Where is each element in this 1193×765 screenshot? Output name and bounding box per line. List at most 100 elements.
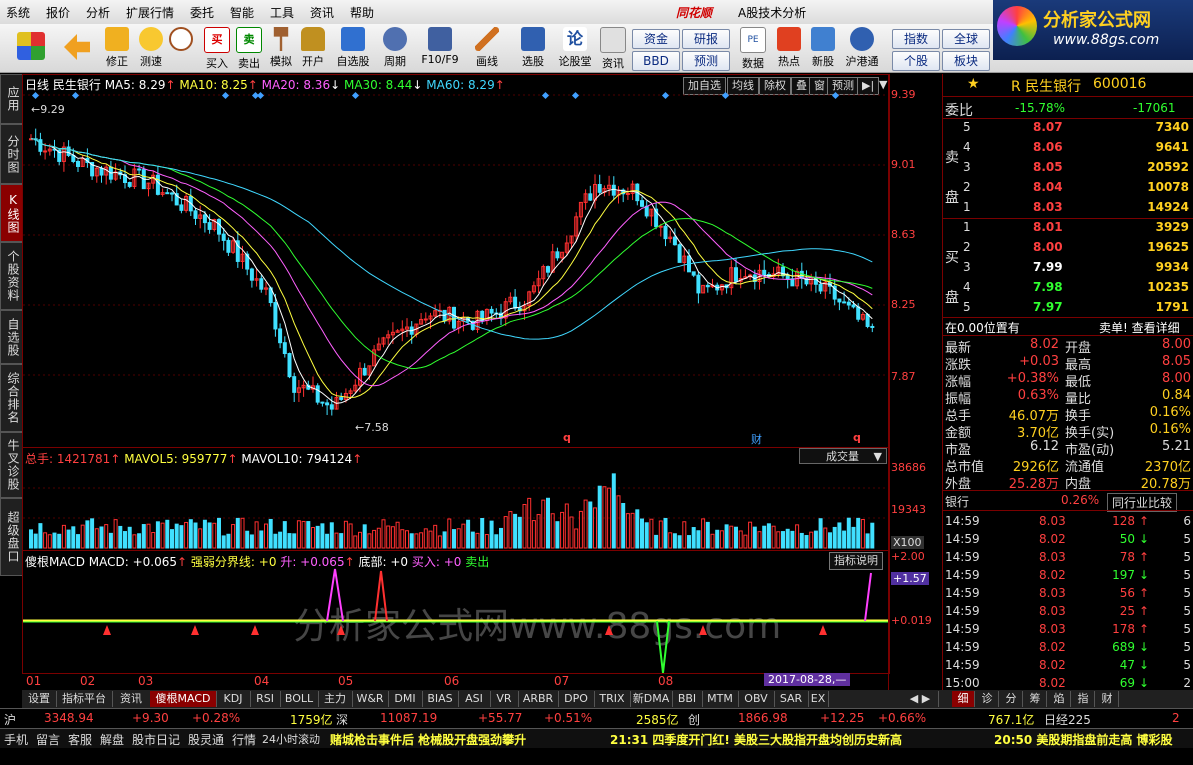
- fund-flow-button[interactable]: 资金: [632, 29, 680, 49]
- volume-chart-panel[interactable]: 总手: 1421781↑ MAVOL5: 959777↑ MAVOL10: 79…: [22, 447, 890, 551]
- news-tab[interactable]: 手机: [4, 731, 28, 748]
- new-stock-button[interactable]: 新股: [806, 26, 840, 70]
- menu-extended[interactable]: 扩展行情: [126, 4, 174, 21]
- orderbook-row[interactable]: 1 8.01 3929: [963, 220, 1191, 238]
- tab-ranking[interactable]: 综合排名: [0, 364, 23, 432]
- indicator-tab[interactable]: ARBR: [518, 691, 559, 707]
- orderbook-row[interactable]: 3 8.05 20592: [963, 160, 1191, 178]
- indicator-tab[interactable]: 设置: [22, 691, 57, 707]
- orderbook-row[interactable]: 1 8.03 14924: [963, 200, 1191, 218]
- watchlist-button[interactable]: 自选股: [336, 26, 370, 70]
- menu-system[interactable]: 系统: [6, 4, 30, 21]
- indicator-tab[interactable]: 主力: [318, 691, 353, 707]
- sell-button[interactable]: 卖卖出: [232, 26, 266, 70]
- kline-chart-panel[interactable]: 日线 民生银行 MA5: 8.29↑ MA10: 8.25↑ MA20: 8.3…: [22, 74, 890, 448]
- indicator-tab[interactable]: BBI: [672, 691, 703, 707]
- menu-help[interactable]: 帮助: [350, 4, 374, 21]
- menu-quote[interactable]: 报价: [46, 4, 70, 21]
- indicator-tab[interactable]: W&R: [352, 691, 389, 707]
- buy-button[interactable]: 买买入: [200, 26, 234, 70]
- indicator-tab[interactable]: 指标平台: [56, 691, 113, 707]
- indicator-tab[interactable]: DPO: [558, 691, 595, 707]
- indicator-tab[interactable]: TRIX: [594, 691, 631, 707]
- macd-chart-panel[interactable]: 傻根MACD MACD: +0.065↑ 强弱分界线: +0 升: +0.065…: [22, 550, 890, 674]
- menu-smart[interactable]: 智能: [230, 4, 254, 21]
- indicator-tab[interactable]: 傻根MACD: [150, 691, 217, 707]
- forecast-button[interactable]: 预测: [682, 51, 730, 71]
- draw-line-button[interactable]: 画线: [470, 26, 504, 70]
- layout-button[interactable]: [14, 26, 48, 70]
- sector-button[interactable]: 板块: [942, 51, 990, 71]
- fix-button[interactable]: 修正: [100, 26, 134, 70]
- hotspot-button[interactable]: 热点: [772, 26, 806, 70]
- back-button[interactable]: [62, 26, 92, 70]
- menu-analysis[interactable]: 分析: [86, 4, 110, 21]
- menu-news[interactable]: 资讯: [310, 4, 334, 21]
- right-tab[interactable]: 筹: [1024, 691, 1047, 707]
- favorite-star-icon[interactable]: ★: [967, 76, 980, 92]
- indicator-tab[interactable]: MTM: [702, 691, 739, 707]
- right-tab[interactable]: 分: [1000, 691, 1023, 707]
- indicator-tab[interactable]: VR: [490, 691, 519, 707]
- speed-test-button[interactable]: 测速: [134, 26, 168, 70]
- indicator-tab[interactable]: BIAS: [422, 691, 459, 707]
- news-headline[interactable]: 20:50 美股期指盘前走高 博彩股: [994, 731, 1193, 748]
- indicator-tab[interactable]: ASI: [458, 691, 491, 707]
- simulate-button[interactable]: 模拟: [264, 26, 298, 70]
- news-tab[interactable]: 解盘: [100, 731, 124, 748]
- tab-apps[interactable]: 应用: [0, 74, 23, 124]
- orderbook-row[interactable]: 5 7.97 1791: [963, 300, 1191, 318]
- orderbook-row[interactable]: 4 8.06 9641: [963, 140, 1191, 158]
- right-tab[interactable]: 焰: [1048, 691, 1071, 707]
- speed-test-2-button[interactable]: [164, 26, 198, 70]
- indicator-tab[interactable]: KDJ: [216, 691, 251, 707]
- news-tab[interactable]: 股市日记: [132, 731, 180, 748]
- indicator-tab[interactable]: RSI: [250, 691, 281, 707]
- global-button[interactable]: 全球: [942, 29, 990, 49]
- right-tab[interactable]: 诊: [976, 691, 999, 707]
- orderbook-row[interactable]: 5 8.07 7340: [963, 120, 1191, 138]
- news-headline[interactable]: 21:31 四季度开门红! 美股三大股指开盘均创历史新高: [610, 731, 902, 748]
- menu-order[interactable]: 委托: [190, 4, 214, 21]
- tab-scroll-icon[interactable]: ◀ ▶: [902, 691, 939, 707]
- indicator-tab[interactable]: DMI: [388, 691, 423, 707]
- bbd-button[interactable]: BBD: [632, 51, 680, 71]
- f10-button[interactable]: F10/F9: [420, 26, 460, 70]
- right-tab[interactable]: 财: [1096, 691, 1119, 707]
- orderbook-row[interactable]: 2 8.04 10078: [963, 180, 1191, 198]
- orderbook-row[interactable]: 2 8.00 19625: [963, 240, 1191, 258]
- right-tab[interactable]: 细: [952, 691, 975, 707]
- tab-watchlist[interactable]: 自选股: [0, 310, 23, 364]
- tab-diagnosis[interactable]: 牛叉诊股: [0, 432, 23, 498]
- hk-connect-button[interactable]: 沪港通: [842, 26, 882, 70]
- news-tab[interactable]: 24小时滚动: [262, 731, 320, 747]
- indicator-tab[interactable]: EX: [808, 691, 829, 707]
- indicator-tab[interactable]: BOLL: [280, 691, 319, 707]
- menu-tools[interactable]: 工具: [270, 4, 294, 21]
- view-detail-link[interactable]: 卖单! 查看详细: [1099, 319, 1180, 336]
- event-marker-q1[interactable]: q: [563, 431, 571, 444]
- event-marker-finance[interactable]: 财: [751, 431, 762, 447]
- news-tab[interactable]: 留言: [36, 731, 60, 748]
- event-marker-q2[interactable]: q: [853, 431, 861, 444]
- indicator-tab[interactable]: 新DMA: [630, 691, 673, 707]
- news-tab[interactable]: 股灵通: [188, 731, 224, 748]
- news-headline[interactable]: 赌城枪击事件后 枪械股开盘强劲攀升: [330, 731, 526, 748]
- orderbook-row[interactable]: 3 7.99 9934: [963, 260, 1191, 278]
- period-button[interactable]: 周期: [378, 26, 412, 70]
- stock-picker-button[interactable]: 选股: [516, 26, 550, 70]
- open-account-button[interactable]: 开户: [296, 26, 330, 70]
- stock-button[interactable]: 个股: [892, 51, 940, 71]
- tab-timeshare[interactable]: 分时图: [0, 124, 23, 184]
- index-button[interactable]: 指数: [892, 29, 940, 49]
- tab-stock-info[interactable]: 个股资料: [0, 242, 23, 310]
- research-button[interactable]: 研报: [682, 29, 730, 49]
- data-button[interactable]: PE 数据: [736, 26, 770, 70]
- orderbook-row[interactable]: 4 7.98 10235: [963, 280, 1191, 298]
- forum-button[interactable]: 论论股堂: [558, 26, 592, 70]
- indicator-tab[interactable]: SAR: [774, 691, 809, 707]
- news-button[interactable]: 资讯: [596, 26, 630, 70]
- tab-kline[interactable]: K线图: [0, 184, 23, 242]
- news-tab[interactable]: 客服: [68, 731, 92, 748]
- news-tab[interactable]: 行情: [232, 731, 256, 748]
